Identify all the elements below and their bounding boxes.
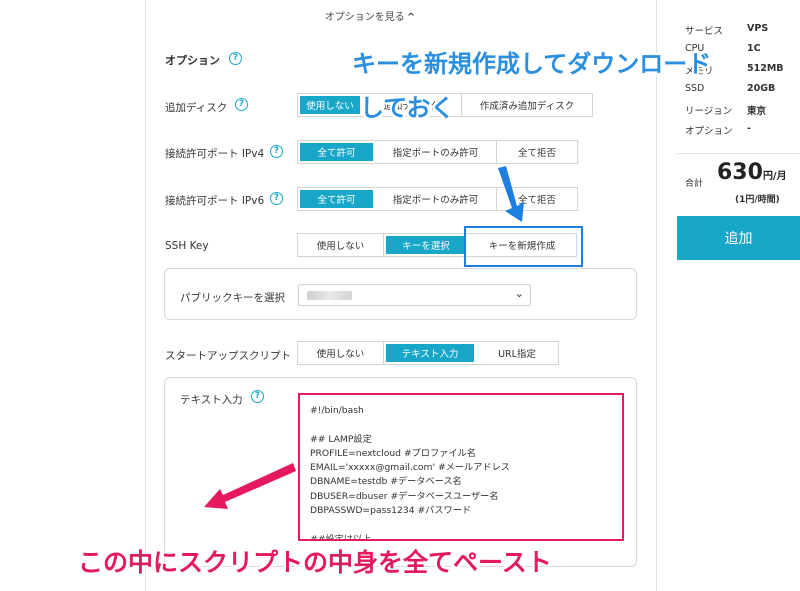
blue-arrow [498, 166, 524, 222]
annotation-blue-line1: キーを新規作成してダウンロード [352, 50, 712, 78]
annotation-blue-line2: しておく [360, 94, 455, 122]
annotation-pink: この中にスクリプトの中身を全てペースト [78, 548, 552, 577]
pink-arrow [204, 463, 296, 509]
